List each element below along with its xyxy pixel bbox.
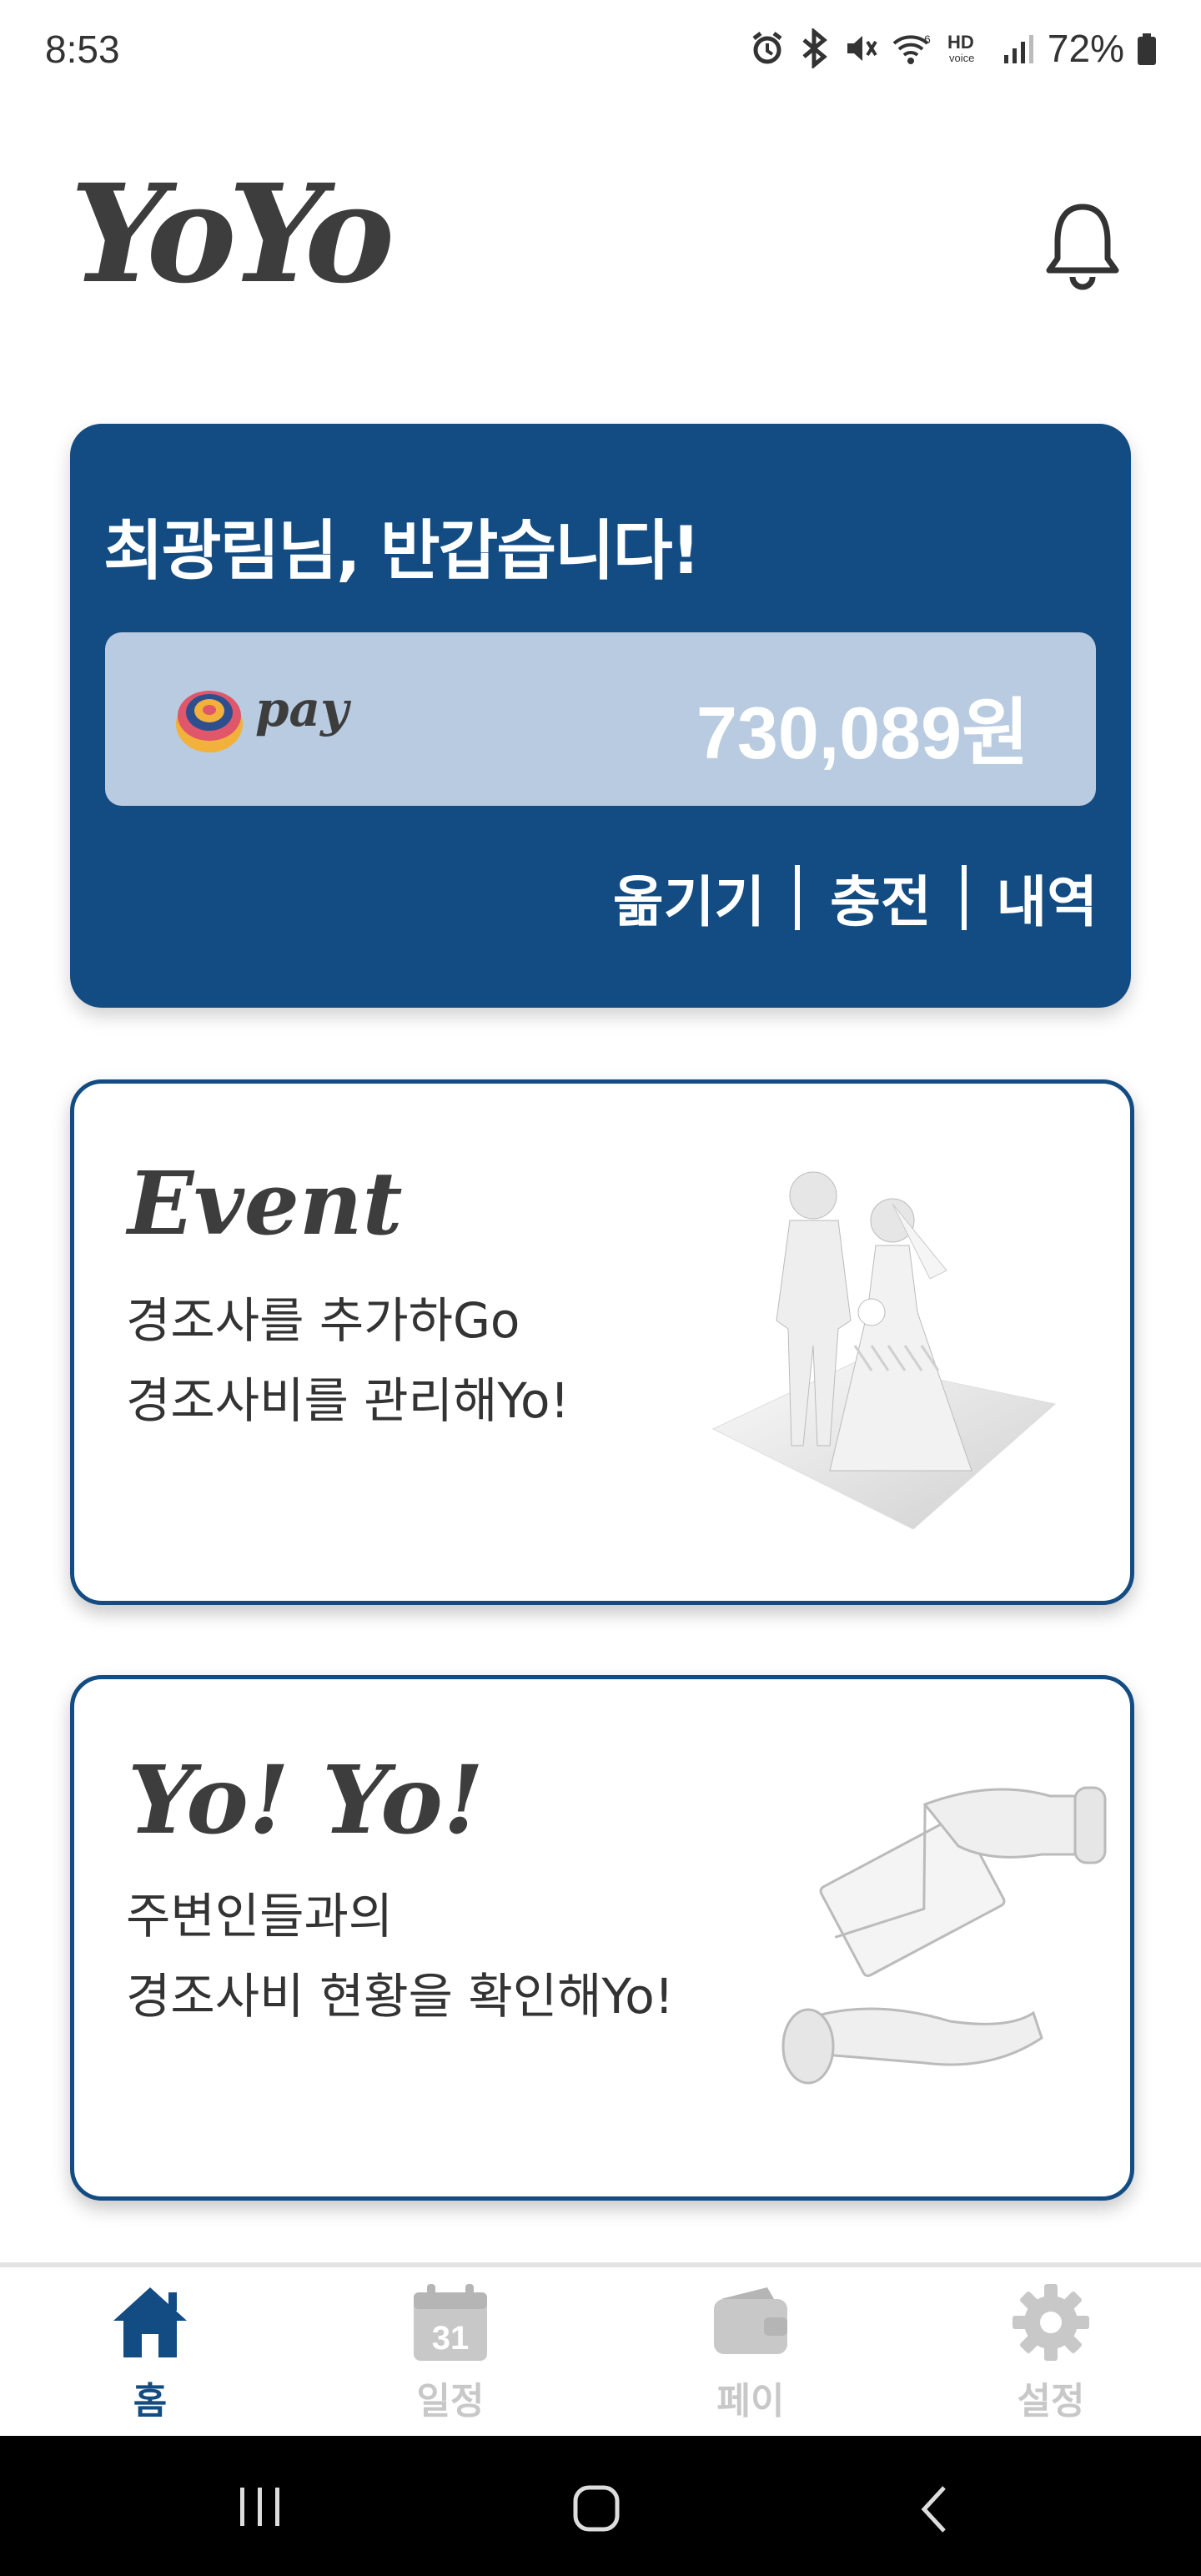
nav-settings[interactable]: 설정: [901, 2267, 1201, 2441]
pay-label: pay: [255, 681, 349, 737]
event-card[interactable]: Event 경조사를 추가하Go 경조사비를 관리해Yo!: [70, 1079, 1134, 1605]
status-bar: 8:53 6 HD voice 72%: [0, 0, 1201, 100]
gear-icon: [1013, 2284, 1089, 2361]
mute-icon: [847, 36, 877, 61]
event-title: Event: [128, 1152, 403, 1255]
alarm-icon: [752, 32, 782, 64]
calendar-day: 31: [432, 2320, 470, 2357]
svg-text:6: 6: [924, 33, 931, 46]
wedding-couple-image: [711, 1171, 1057, 1530]
nav-schedule[interactable]: 31 일정: [300, 2267, 600, 2441]
yoyo-line-2: 경조사비 현황을 확인해Yo!: [126, 1968, 674, 2025]
hd-voice-icon: HDvoice: [947, 32, 974, 64]
event-line-1: 경조사를 추가하Go: [126, 1292, 520, 1349]
bell-icon[interactable]: [1041, 200, 1124, 292]
nav-schedule-label: 일정: [416, 2380, 485, 2423]
svg-text:voice: voice: [949, 52, 974, 64]
transfer-button[interactable]: 옮기기: [613, 858, 765, 938]
nav-settings-label: 설정: [1017, 2380, 1085, 2423]
app-logo: YoYo: [70, 155, 394, 314]
history-button[interactable]: 내역: [997, 858, 1098, 938]
event-line-2: 경조사비를 관리해Yo!: [126, 1372, 570, 1429]
nav-pay-label: 페이: [716, 2380, 785, 2423]
charge-button[interactable]: 충전: [830, 858, 931, 938]
system-nav-bar: [0, 2436, 1201, 2576]
nav-home-label: 홈: [133, 2380, 168, 2423]
yoyo-description: 주변인들과의 경조사비 현황을 확인해Yo!: [126, 1876, 674, 2036]
status-icons: 6 HD voice 72%: [749, 23, 1158, 73]
signal-icon: [1003, 35, 1033, 63]
pay-logo-icon: [176, 691, 243, 752]
envelope-hands-image: [781, 1786, 1107, 2085]
pay-balance: 730,089원: [696, 692, 1029, 774]
event-description: 경조사를 추가하Go 경조사비를 관리해Yo!: [126, 1280, 570, 1441]
wallet-icon: [714, 2287, 787, 2354]
divider: [795, 865, 801, 930]
pay-card: 최광림님, 반갑습니다! pay 730,089원 옮기기 충전 내역: [70, 424, 1131, 1008]
bluetooth-icon: [802, 28, 827, 68]
svg-text:HD: HD: [947, 32, 974, 53]
home-icon: [113, 2287, 187, 2357]
divider: [961, 865, 967, 930]
recent-apps-icon[interactable]: [235, 2484, 285, 2529]
nav-pay[interactable]: 페이: [600, 2267, 901, 2441]
pay-actions: 옮기기 충전 내역: [613, 858, 1098, 938]
status-time: 8:53: [45, 28, 120, 71]
battery-icon: [1138, 33, 1156, 65]
wifi-icon: 6: [892, 33, 931, 64]
greeting-text: 최광림님, 반갑습니다!: [103, 514, 701, 589]
yoyo-line-1: 주변인들과의: [126, 1888, 394, 1945]
calendar-icon: 31: [414, 2284, 487, 2361]
nav-home[interactable]: 홈: [0, 2267, 300, 2441]
battery-percent: 72%: [1047, 27, 1124, 70]
bottom-nav: 홈 31 일정 페이 설정: [0, 2262, 1201, 2441]
pay-balance-box[interactable]: pay 730,089원: [105, 632, 1096, 806]
yoyo-title: Yo! Yo!: [128, 1746, 485, 1855]
yoyo-card[interactable]: Yo! Yo! 주변인들과의 경조사비 현황을 확인해Yo!: [70, 1675, 1134, 2201]
home-system-icon[interactable]: [572, 2484, 622, 2534]
back-icon[interactable]: [917, 2484, 951, 2534]
